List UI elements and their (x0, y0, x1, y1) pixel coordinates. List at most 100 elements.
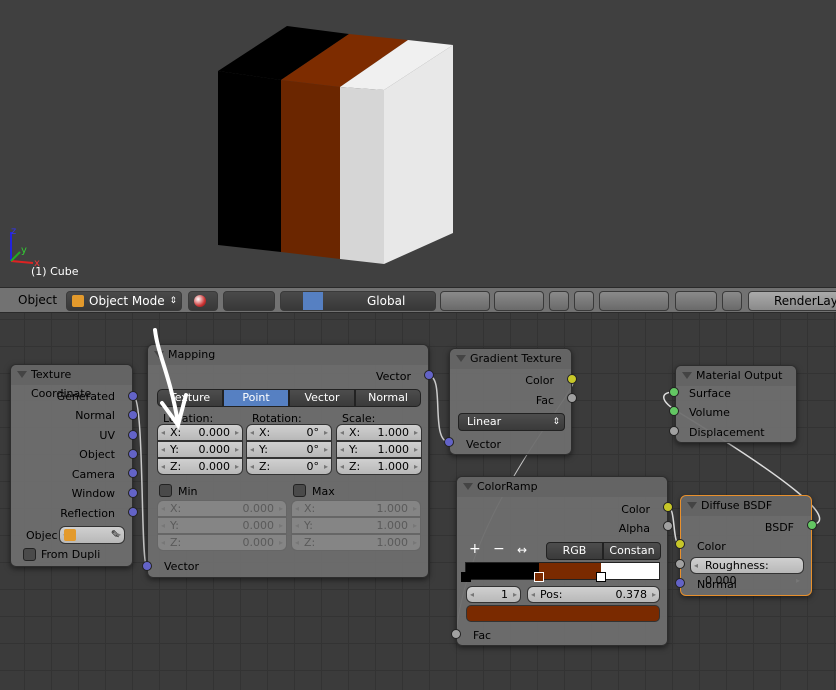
axis-label: Z: (304, 536, 316, 549)
min-checkbox[interactable] (159, 484, 172, 497)
object-label: Objec (26, 529, 58, 542)
output-fac: Fac (535, 394, 554, 407)
updown-icon: ⇕ (552, 417, 560, 427)
axis-label: Z: (170, 460, 182, 473)
remove-stop-button[interactable]: − (493, 541, 505, 557)
socket-gradient-color[interactable] (567, 374, 577, 384)
interpolation-dropdown[interactable]: Constan (603, 542, 661, 560)
socket-camera[interactable] (128, 468, 138, 478)
node-title: ColorRamp (457, 477, 667, 497)
min-z-field: Z: 0.000 (157, 534, 287, 551)
axis-label: Y: (349, 443, 358, 456)
socket-diffuse-color[interactable] (675, 539, 685, 549)
output-window: Window (71, 487, 115, 500)
stop-index-value: 1 (501, 588, 508, 601)
node-title: Texture Coordinate (11, 365, 132, 400)
add-stop-button[interactable]: + (469, 541, 481, 557)
rotation-z-field[interactable]: Z: 0° (246, 458, 332, 475)
socket-object[interactable] (128, 449, 138, 459)
node-title: Material Output (676, 366, 796, 386)
axis-label: X: (259, 426, 271, 439)
location-y-field[interactable]: Y: 0.000 (157, 441, 243, 458)
socket-gradient-fac[interactable] (567, 393, 577, 403)
input-fac: Fac (473, 629, 492, 642)
socket-volume[interactable] (669, 406, 679, 416)
field-value: 1.000 (377, 443, 410, 456)
socket-normal[interactable] (675, 578, 685, 588)
socket-mapping-vector-in[interactable] (142, 561, 152, 571)
colorramp-node[interactable]: ColorRamp Color Alpha + − ↔ RGB Constan … (456, 476, 668, 646)
gradient-type-dropdown[interactable]: Linear ⇕ (458, 413, 565, 431)
min-x-field: X: 0.000 (157, 500, 287, 517)
socket-gradient-vector[interactable] (444, 437, 454, 447)
eyedropper-icon[interactable]: ✎ (111, 527, 120, 542)
socket-ramp-alpha[interactable] (663, 521, 673, 531)
texture-coordinate-node[interactable]: Texture Coordinate Generated Normal UV O… (10, 364, 133, 567)
min-y-field: Y: 0.000 (157, 517, 287, 534)
socket-uv[interactable] (128, 430, 138, 440)
max-checkbox[interactable] (293, 484, 306, 497)
tab-point[interactable]: Point (223, 389, 289, 407)
max-z-field: Z: 1.000 (291, 534, 421, 551)
tab-normal[interactable]: Normal (355, 389, 421, 407)
stop-color-swatch[interactable] (466, 605, 660, 622)
socket-mapping-vector-out[interactable] (424, 370, 434, 380)
ramp-stop-handle[interactable] (596, 572, 607, 582)
gradient-texture-node[interactable]: Gradient Texture Color Fac Linear ⇕ Vecto… (449, 348, 572, 455)
socket-bsdf[interactable] (807, 520, 817, 530)
ramp-stop-handle[interactable] (533, 572, 544, 582)
output-vector: Vector (375, 370, 411, 383)
axis-label: Y: (170, 519, 179, 532)
cube-icon (64, 529, 76, 541)
from-dupli-checkbox[interactable] (23, 548, 36, 561)
axis-label: Y: (170, 443, 179, 456)
location-z-field[interactable]: Z: 0.000 (157, 458, 243, 475)
color-ramp-bar[interactable] (461, 562, 660, 582)
output-object: Object (79, 448, 115, 461)
output-uv: UV (99, 429, 115, 442)
scale-z-field[interactable]: Z: 1.000 (336, 458, 422, 475)
hand-drawn-arrow (153, 328, 188, 430)
rotation-x-field[interactable]: X: 0° (246, 424, 332, 441)
socket-surface[interactable] (669, 387, 679, 397)
roughness-field[interactable]: Roughness: 0.000 (690, 557, 804, 588)
axis-label: Z: (349, 460, 361, 473)
color-mode-dropdown[interactable]: RGB (546, 542, 603, 560)
scale-x-field[interactable]: X: 1.000 (336, 424, 422, 441)
stop-position-field[interactable]: Pos: 0.378 (527, 586, 660, 603)
socket-displacement[interactable] (669, 426, 679, 436)
axis-label: X: (304, 502, 316, 515)
field-value: 0.000 (242, 502, 275, 515)
axis-label: Y: (259, 443, 268, 456)
field-value: 0.000 (198, 426, 231, 439)
socket-ramp-fac[interactable] (451, 629, 461, 639)
flip-ramp-button[interactable]: ↔ (517, 543, 527, 557)
socket-ramp-color[interactable] (663, 502, 673, 512)
socket-normal[interactable] (128, 410, 138, 420)
socket-window[interactable] (128, 488, 138, 498)
diffuse-bsdf-node[interactable]: Diffuse BSDF BSDF Color Roughness: 0.000… (680, 495, 812, 596)
scale-y-field[interactable]: Y: 1.000 (336, 441, 422, 458)
output-normal: Normal (75, 409, 115, 422)
rotation-y-field[interactable]: Y: 0° (246, 441, 332, 458)
field-value: 1.000 (376, 519, 409, 532)
field-value: 1.000 (377, 426, 410, 439)
output-reflection: Reflection (60, 507, 115, 520)
max-y-field: Y: 1.000 (291, 517, 421, 534)
socket-generated[interactable] (128, 391, 138, 401)
tab-vector[interactable]: Vector (289, 389, 355, 407)
ramp-stop-handle[interactable] (461, 572, 471, 582)
socket-roughness[interactable] (675, 559, 685, 569)
stop-index-field[interactable]: 1 (466, 586, 521, 603)
pos-label: Pos: (540, 588, 563, 601)
object-field[interactable]: ✎ (59, 526, 125, 544)
gradient-type-label: Linear (467, 415, 502, 428)
input-displacement: Displacement (689, 426, 765, 439)
material-output-node[interactable]: Material Output Surface Volume Displacem… (675, 365, 797, 443)
max-x-field: X: 1.000 (291, 500, 421, 517)
output-camera: Camera (71, 468, 115, 481)
socket-reflection[interactable] (128, 507, 138, 517)
field-value: 1.000 (376, 502, 409, 515)
axis-label: Y: (304, 519, 313, 532)
node-title: Gradient Texture (450, 349, 571, 369)
